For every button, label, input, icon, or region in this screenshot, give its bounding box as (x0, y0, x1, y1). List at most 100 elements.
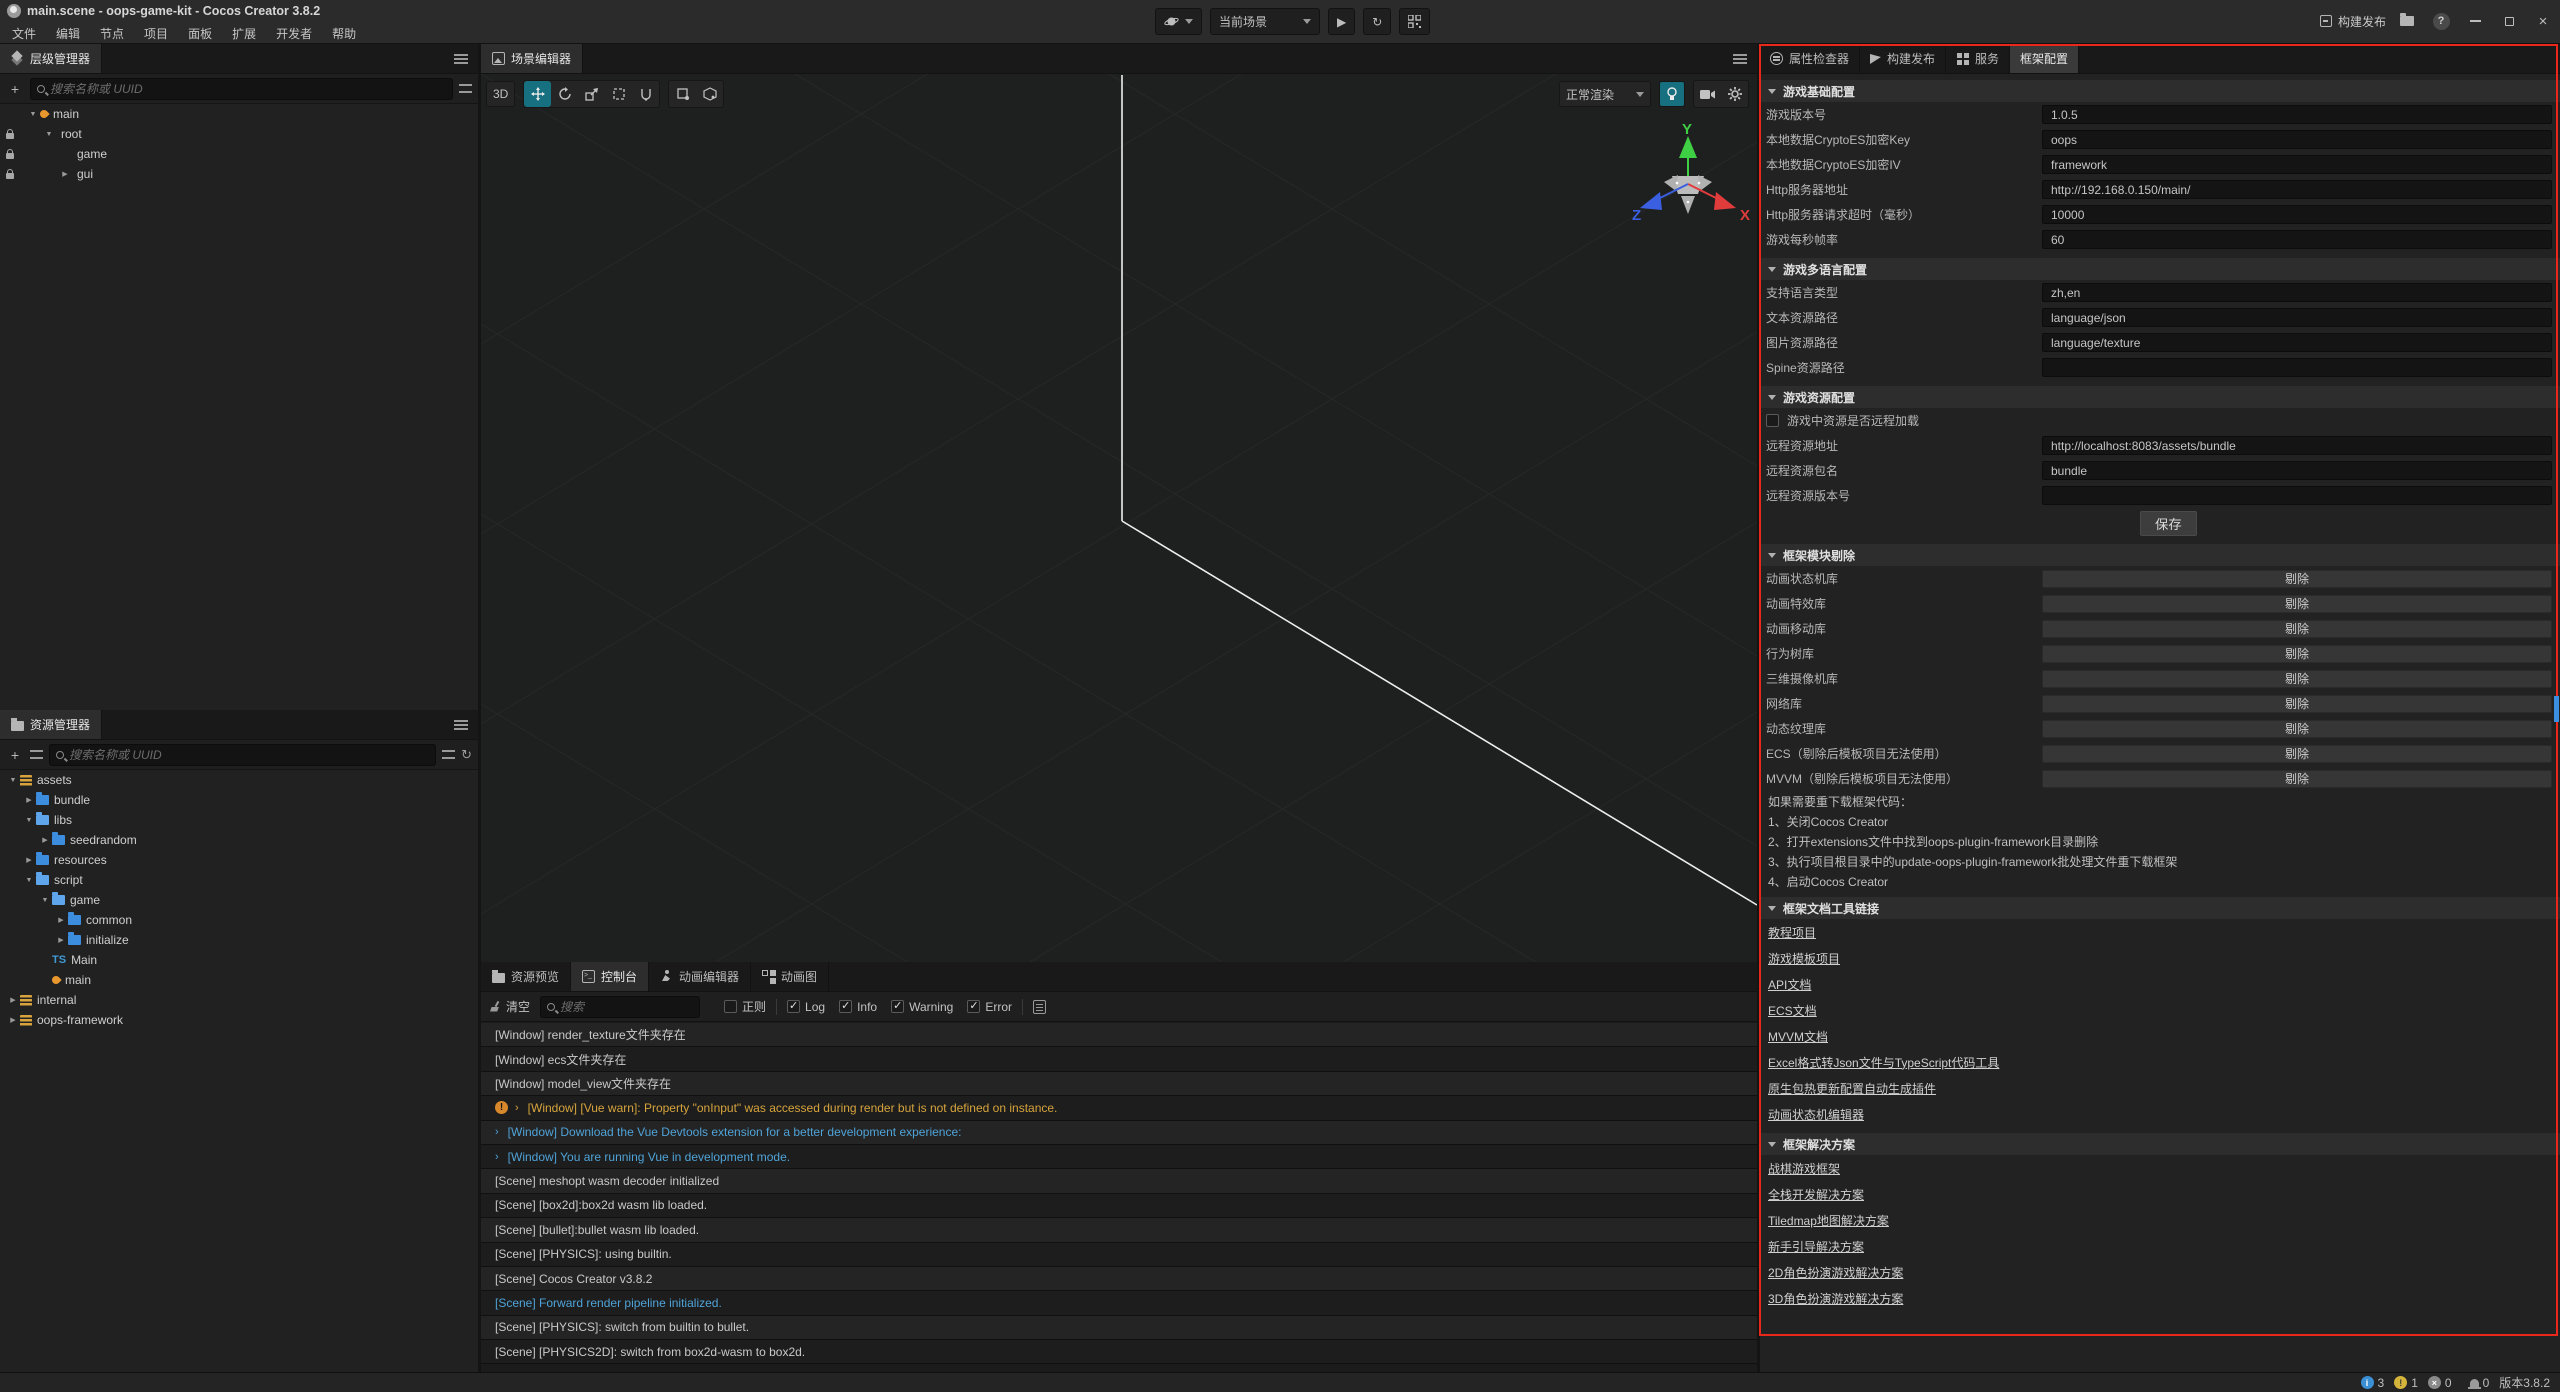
refresh-icon[interactable]: ↻ (461, 747, 472, 763)
log-row[interactable]: [Scene] [PHYSICS2D]: switch from box2d-w… (481, 1340, 1757, 1364)
assets-search[interactable] (49, 744, 436, 766)
field-input[interactable]: bundle (2042, 461, 2552, 480)
scene-camera-button[interactable] (1694, 81, 1721, 107)
expand-arrow-icon[interactable]: ▼ (26, 111, 40, 118)
log-row[interactable]: [Scene] Forward render pipeline initiali… (481, 1291, 1757, 1315)
tab-assets[interactable]: 资源管理器 (0, 710, 102, 739)
field-input[interactable]: oops (2042, 130, 2552, 149)
log-filter-checkbox[interactable]: Error (967, 1000, 1012, 1014)
tree-node[interactable]: ▼ game (0, 890, 478, 910)
field-input[interactable]: framework (2042, 155, 2552, 174)
expand-arrow-icon[interactable]: ▼ (22, 817, 36, 824)
collapse-log-icon[interactable] (1033, 1000, 1046, 1014)
expand-arrow-icon[interactable]: › (495, 1126, 499, 1138)
field-input[interactable] (2042, 358, 2552, 377)
log-row[interactable]: › [Window] Download the Vue Devtools ext… (481, 1121, 1757, 1145)
rotate-tool-button[interactable] (551, 81, 578, 107)
scene-editor-panel[interactable]: Y X Z 场景编辑器 3D (481, 44, 1757, 962)
solution-link[interactable]: 2D角色扮演游戏解决方案 (1760, 1259, 2560, 1285)
section-solutions[interactable]: 框架解决方案 (1760, 1133, 2560, 1155)
console-search-input[interactable] (560, 1000, 715, 1014)
remove-module-button[interactable]: 剔除 (2042, 695, 2552, 713)
menu-item[interactable]: 扩展 (222, 23, 266, 44)
menu-item[interactable]: 节点 (90, 23, 134, 44)
solution-link[interactable]: 新手引导解决方案 (1760, 1233, 2560, 1259)
field-input[interactable]: http://192.168.0.150/main/ (2042, 180, 2552, 199)
warning-count[interactable]: ! 1 (2394, 1376, 2418, 1390)
tree-node[interactable]: ▶ bundle (0, 790, 478, 810)
hierarchy-menu-button[interactable] (444, 44, 478, 73)
inspector-tab[interactable]: 框架配置 (2010, 44, 2079, 73)
tree-node[interactable]: main (0, 970, 478, 990)
close-button[interactable]: × (2530, 8, 2556, 34)
expand-arrow-icon[interactable]: ▶ (6, 996, 20, 1004)
pivot-toggle-button[interactable] (669, 81, 696, 107)
log-row[interactable]: [Scene] [PHYSICS]: using builtin. (481, 1243, 1757, 1267)
expand-arrow-icon[interactable]: ▶ (54, 936, 68, 944)
section-resource-config[interactable]: 游戏资源配置 (1760, 386, 2560, 408)
tree-node[interactable]: ▼ assets (0, 770, 478, 790)
maximize-button[interactable] (2496, 8, 2522, 34)
tree-node[interactable]: ▶ internal (0, 990, 478, 1010)
expand-arrow-icon[interactable]: › (495, 1151, 499, 1163)
remove-module-button[interactable]: 剔除 (2042, 570, 2552, 588)
expand-arrow-icon[interactable]: ▼ (38, 897, 52, 904)
scene-viewport[interactable]: Y X Z (481, 44, 1757, 962)
log-row[interactable]: [Scene] meshopt wasm decoder initialized (481, 1169, 1757, 1193)
tree-node[interactable]: ▶ common (0, 910, 478, 930)
info-count[interactable]: i 3 (2361, 1376, 2385, 1390)
field-input[interactable] (2042, 486, 2552, 505)
console-tab[interactable]: 控制台 (571, 962, 649, 991)
create-asset-button[interactable]: + (6, 747, 24, 763)
lighting-toggle-button[interactable] (1659, 81, 1685, 107)
device-select[interactable] (1155, 8, 1202, 35)
field-input[interactable]: 60 (2042, 230, 2552, 249)
coordinate-toggle-button[interactable] (696, 81, 723, 107)
tab-scene-editor[interactable]: 场景编辑器 (481, 44, 583, 73)
view-gizmo[interactable]: Y X Z (1632, 121, 1750, 224)
console-log-list[interactable]: [Window] render_texture文件夹存在 [Window] ec… (481, 1023, 1757, 1372)
hierarchy-search-input[interactable] (50, 82, 446, 96)
minimize-button[interactable] (2462, 8, 2488, 34)
menu-item[interactable]: 面板 (178, 23, 222, 44)
menu-item[interactable]: 文件 (2, 23, 46, 44)
log-row[interactable]: [Scene] [bullet]:bullet wasm lib loaded. (481, 1218, 1757, 1242)
expand-arrow-icon[interactable]: ▼ (42, 131, 56, 138)
log-filter-checkbox[interactable]: Info (839, 1000, 877, 1014)
inspector-scrollbar-thumb[interactable] (2554, 696, 2559, 722)
tree-node[interactable]: ▶ seedrandom (0, 830, 478, 850)
console-tab[interactable]: 资源预览 (481, 962, 571, 991)
field-input[interactable]: zh,en (2042, 283, 2552, 302)
move-tool-button[interactable] (524, 81, 551, 107)
console-tab[interactable]: 动画编辑器 (649, 962, 751, 991)
expand-arrow-icon[interactable]: ▶ (22, 856, 36, 864)
expand-arrow-icon[interactable]: › (515, 1102, 519, 1114)
doc-link[interactable]: 动画状态机编辑器 (1760, 1101, 2560, 1127)
field-input[interactable]: language/json (2042, 308, 2552, 327)
filter-icon[interactable] (442, 750, 455, 759)
scene-settings-button[interactable] (1721, 81, 1748, 107)
menu-item[interactable]: 开发者 (266, 23, 322, 44)
solution-link[interactable]: 战棋游戏框架 (1760, 1155, 2560, 1181)
menu-item[interactable]: 编辑 (46, 23, 90, 44)
section-doc-links[interactable]: 框架文档工具链接 (1760, 897, 2560, 919)
tree-node[interactable]: ▶ initialize (0, 930, 478, 950)
remove-module-button[interactable]: 剔除 (2042, 645, 2552, 663)
rect-tool-button[interactable] (605, 81, 632, 107)
remove-module-button[interactable]: 剔除 (2042, 620, 2552, 638)
scale-tool-button[interactable] (578, 81, 605, 107)
log-row[interactable]: [Window] render_texture文件夹存在 (481, 1023, 1757, 1047)
log-row[interactable]: [Scene] [box2d]:box2d wasm lib loaded. (481, 1194, 1757, 1218)
expand-arrow-icon[interactable]: ▶ (22, 796, 36, 804)
doc-link[interactable]: 原生包热更新配置自动生成插件 (1760, 1075, 2560, 1101)
remove-module-button[interactable]: 剔除 (2042, 670, 2552, 688)
console-tab[interactable]: 动画图 (751, 962, 829, 991)
field-input[interactable]: 10000 (2042, 205, 2552, 224)
expand-arrow-icon[interactable]: ▶ (54, 916, 68, 924)
save-button[interactable]: 保存 (2140, 511, 2197, 536)
remove-module-button[interactable]: 剔除 (2042, 770, 2552, 788)
log-row[interactable]: [Window] ecs文件夹存在 (481, 1047, 1757, 1071)
checkbox-icon[interactable] (1766, 414, 1779, 427)
clear-console-button[interactable]: 清空 (489, 998, 530, 1015)
solution-link[interactable]: Tiledmap地图解决方案 (1760, 1207, 2560, 1233)
